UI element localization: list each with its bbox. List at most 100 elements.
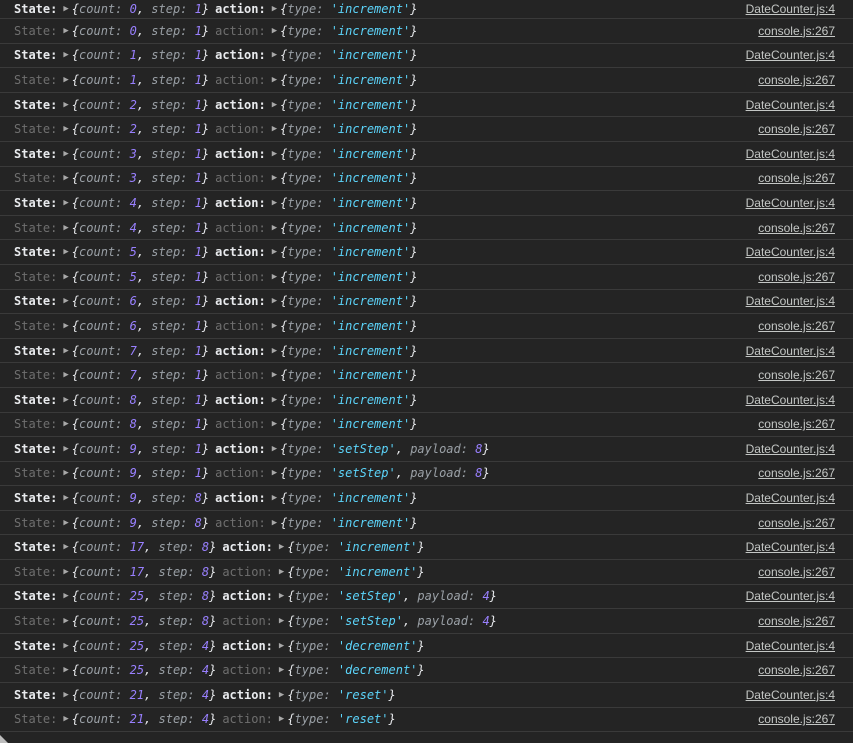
expand-triangle-icon[interactable]: ▶ xyxy=(63,419,68,429)
action-object[interactable]: {type: 'setStep', payload: 8} xyxy=(280,442,490,456)
action-object[interactable]: {type: 'increment'} xyxy=(280,344,417,358)
expand-triangle-icon[interactable]: ▶ xyxy=(63,493,68,503)
source-link[interactable]: DateCounter.js:4 xyxy=(746,2,835,16)
resize-corner-icon[interactable] xyxy=(0,735,8,743)
expand-triangle-icon[interactable]: ▶ xyxy=(63,370,68,380)
expand-triangle-icon[interactable]: ▶ xyxy=(63,75,68,85)
state-object[interactable]: {count: 9, step: 1} xyxy=(72,466,209,480)
action-object[interactable]: {type: 'increment'} xyxy=(287,540,424,554)
action-object[interactable]: {type: 'increment'} xyxy=(280,196,417,210)
expand-triangle-icon[interactable]: ▶ xyxy=(63,616,68,626)
action-object[interactable]: {type: 'increment'} xyxy=(280,147,417,161)
state-object[interactable]: {count: 1, step: 1} xyxy=(72,48,209,62)
expand-triangle-icon[interactable]: ▶ xyxy=(63,690,68,700)
expand-triangle-icon[interactable]: ▶ xyxy=(63,444,68,454)
expand-triangle-icon[interactable]: ▶ xyxy=(272,444,277,454)
state-object[interactable]: {count: 6, step: 1} xyxy=(72,319,209,333)
state-object[interactable]: {count: 4, step: 1} xyxy=(72,196,209,210)
action-object[interactable]: {type: 'increment'} xyxy=(280,73,417,87)
action-object[interactable]: {type: 'increment'} xyxy=(280,48,417,62)
source-link[interactable]: console.js:267 xyxy=(758,221,835,235)
expand-triangle-icon[interactable]: ▶ xyxy=(279,714,284,724)
expand-triangle-icon[interactable]: ▶ xyxy=(272,149,277,159)
expand-triangle-icon[interactable]: ▶ xyxy=(272,26,277,36)
expand-triangle-icon[interactable]: ▶ xyxy=(63,272,68,282)
expand-triangle-icon[interactable]: ▶ xyxy=(272,518,277,528)
state-object[interactable]: {count: 4, step: 1} xyxy=(72,221,209,235)
expand-triangle-icon[interactable]: ▶ xyxy=(272,4,277,14)
action-object[interactable]: {type: 'increment'} xyxy=(280,2,417,16)
expand-triangle-icon[interactable]: ▶ xyxy=(63,567,68,577)
expand-triangle-icon[interactable]: ▶ xyxy=(63,591,68,601)
expand-triangle-icon[interactable]: ▶ xyxy=(63,321,68,331)
state-object[interactable]: {count: 2, step: 1} xyxy=(72,122,209,136)
source-link[interactable]: console.js:267 xyxy=(758,565,835,579)
state-object[interactable]: {count: 17, step: 8} xyxy=(72,540,217,554)
source-link[interactable]: console.js:267 xyxy=(758,516,835,530)
state-object[interactable]: {count: 5, step: 1} xyxy=(72,270,209,284)
source-link[interactable]: DateCounter.js:4 xyxy=(746,639,835,653)
state-object[interactable]: {count: 7, step: 1} xyxy=(72,368,209,382)
state-object[interactable]: {count: 2, step: 1} xyxy=(72,98,209,112)
source-link[interactable]: DateCounter.js:4 xyxy=(746,491,835,505)
source-link[interactable]: console.js:267 xyxy=(758,122,835,136)
action-object[interactable]: {type: 'increment'} xyxy=(280,294,417,308)
expand-triangle-icon[interactable]: ▶ xyxy=(279,665,284,675)
state-object[interactable]: {count: 25, step: 8} xyxy=(72,614,217,628)
state-object[interactable]: {count: 9, step: 8} xyxy=(72,516,209,530)
expand-triangle-icon[interactable]: ▶ xyxy=(63,198,68,208)
expand-triangle-icon[interactable]: ▶ xyxy=(272,223,277,233)
state-object[interactable]: {count: 1, step: 1} xyxy=(72,73,209,87)
action-object[interactable]: {type: 'setStep', payload: 8} xyxy=(280,466,490,480)
expand-triangle-icon[interactable]: ▶ xyxy=(63,296,68,306)
source-link[interactable]: console.js:267 xyxy=(758,270,835,284)
action-object[interactable]: {type: 'increment'} xyxy=(280,491,417,505)
source-link[interactable]: DateCounter.js:4 xyxy=(746,48,835,62)
expand-triangle-icon[interactable]: ▶ xyxy=(272,124,277,134)
action-object[interactable]: {type: 'increment'} xyxy=(280,171,417,185)
state-object[interactable]: {count: 0, step: 1} xyxy=(72,24,209,38)
source-link[interactable]: console.js:267 xyxy=(758,73,835,87)
action-object[interactable]: {type: 'setStep', payload: 4} xyxy=(287,614,497,628)
expand-triangle-icon[interactable]: ▶ xyxy=(272,272,277,282)
source-link[interactable]: console.js:267 xyxy=(758,663,835,677)
state-object[interactable]: {count: 6, step: 1} xyxy=(72,294,209,308)
expand-triangle-icon[interactable]: ▶ xyxy=(63,468,68,478)
state-object[interactable]: {count: 5, step: 1} xyxy=(72,245,209,259)
action-object[interactable]: {type: 'increment'} xyxy=(280,270,417,284)
action-object[interactable]: {type: 'increment'} xyxy=(280,368,417,382)
source-link[interactable]: DateCounter.js:4 xyxy=(746,442,835,456)
expand-triangle-icon[interactable]: ▶ xyxy=(63,50,68,60)
source-link[interactable]: console.js:267 xyxy=(758,368,835,382)
expand-triangle-icon[interactable]: ▶ xyxy=(63,518,68,528)
source-link[interactable]: DateCounter.js:4 xyxy=(746,294,835,308)
expand-triangle-icon[interactable]: ▶ xyxy=(63,665,68,675)
expand-triangle-icon[interactable]: ▶ xyxy=(63,714,68,724)
state-object[interactable]: {count: 3, step: 1} xyxy=(72,171,209,185)
expand-triangle-icon[interactable]: ▶ xyxy=(63,395,68,405)
source-link[interactable]: DateCounter.js:4 xyxy=(746,540,835,554)
expand-triangle-icon[interactable]: ▶ xyxy=(63,149,68,159)
state-object[interactable]: {count: 3, step: 1} xyxy=(72,147,209,161)
expand-triangle-icon[interactable]: ▶ xyxy=(63,346,68,356)
state-object[interactable]: {count: 25, step: 4} xyxy=(72,663,217,677)
source-link[interactable]: console.js:267 xyxy=(758,466,835,480)
expand-triangle-icon[interactable]: ▶ xyxy=(63,100,68,110)
action-object[interactable]: {type: 'increment'} xyxy=(280,221,417,235)
expand-triangle-icon[interactable]: ▶ xyxy=(279,542,284,552)
action-object[interactable]: {type: 'increment'} xyxy=(280,417,417,431)
expand-triangle-icon[interactable]: ▶ xyxy=(63,26,68,36)
source-link[interactable]: DateCounter.js:4 xyxy=(746,147,835,161)
action-object[interactable]: {type: 'increment'} xyxy=(280,516,417,530)
expand-triangle-icon[interactable]: ▶ xyxy=(272,419,277,429)
expand-triangle-icon[interactable]: ▶ xyxy=(272,321,277,331)
expand-triangle-icon[interactable]: ▶ xyxy=(272,173,277,183)
state-object[interactable]: {count: 9, step: 1} xyxy=(72,442,209,456)
state-object[interactable]: {count: 7, step: 1} xyxy=(72,344,209,358)
action-object[interactable]: {type: 'reset'} xyxy=(287,712,395,726)
expand-triangle-icon[interactable]: ▶ xyxy=(272,493,277,503)
source-link[interactable]: console.js:267 xyxy=(758,417,835,431)
action-object[interactable]: {type: 'increment'} xyxy=(280,319,417,333)
expand-triangle-icon[interactable]: ▶ xyxy=(272,346,277,356)
source-link[interactable]: DateCounter.js:4 xyxy=(746,98,835,112)
